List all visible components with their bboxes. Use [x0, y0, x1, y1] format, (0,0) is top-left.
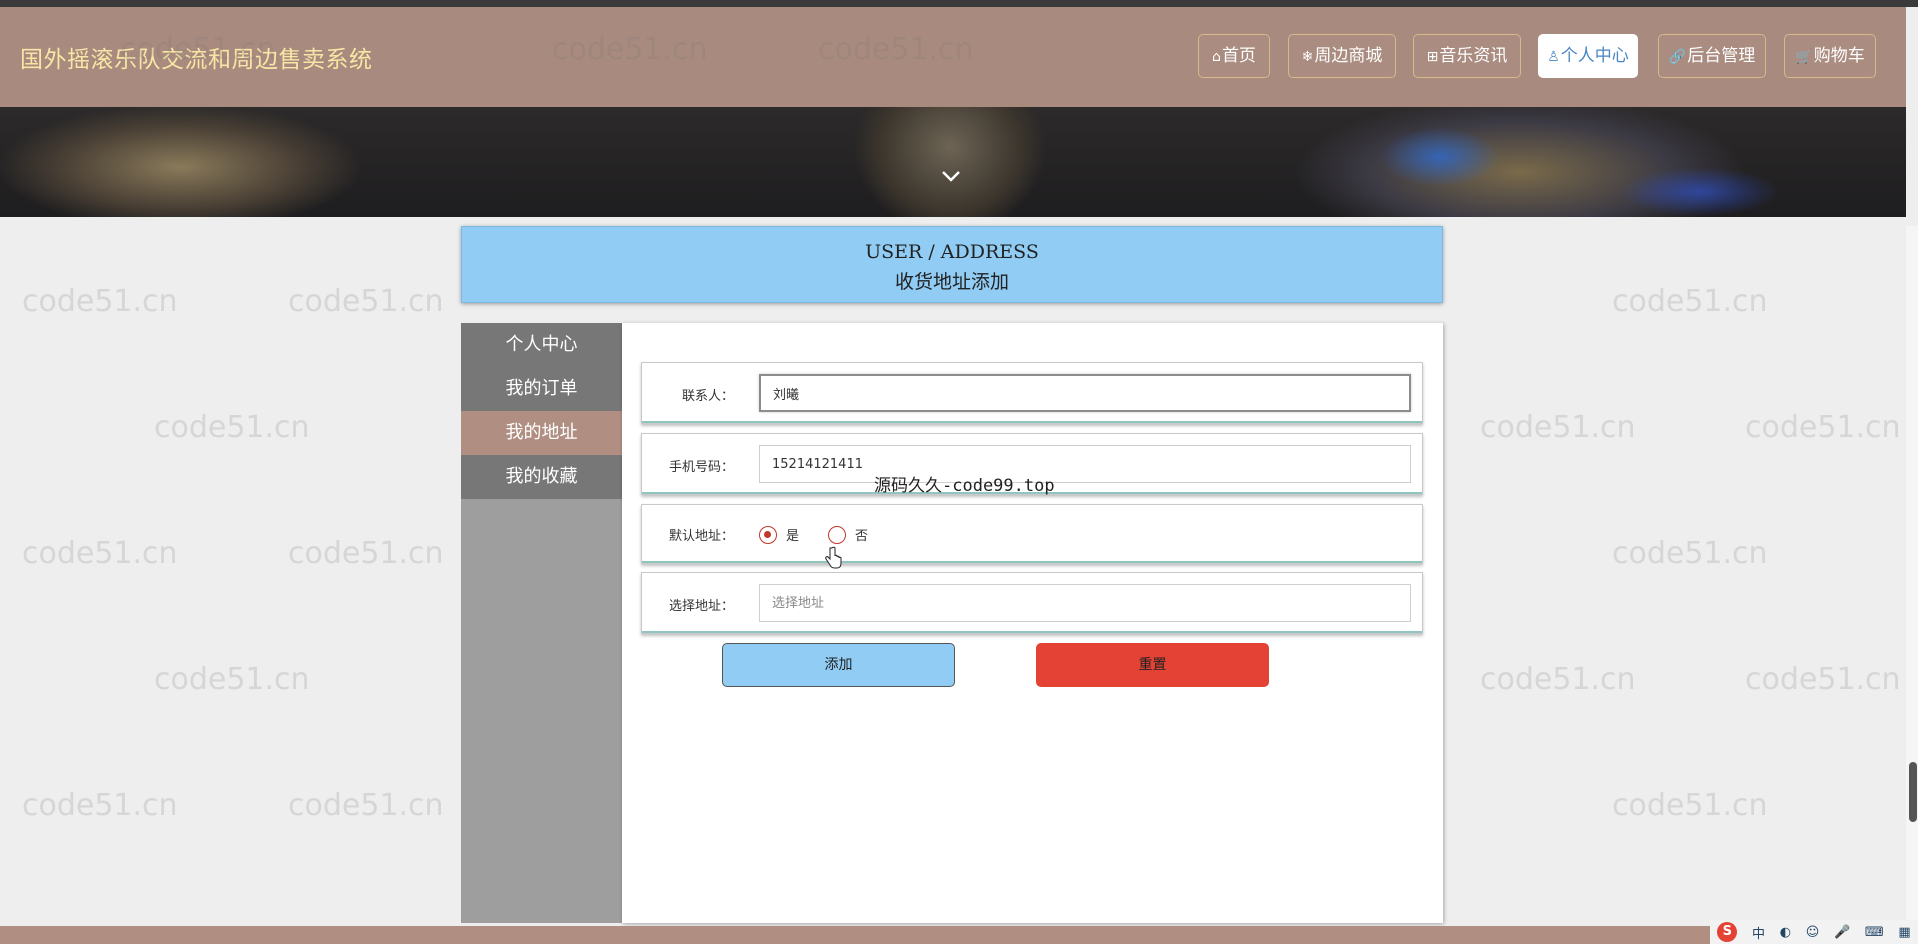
watermark: code51.cn [1612, 788, 1768, 823]
page-title: 收货地址添加 [894, 271, 1009, 293]
default-address-label: 默认地址： [668, 529, 734, 544]
nav-item-user-center[interactable]: ♙个人中心 [1538, 34, 1638, 78]
nav-item-admin[interactable]: 🔗后台管理 [1658, 34, 1766, 78]
contact-label: 联系人： [681, 389, 734, 404]
window-top-border [0, 0, 1918, 7]
nav-item-mall[interactable]: ❄周边商城 [1288, 34, 1396, 78]
banner-light [1620, 167, 1780, 217]
default-no-label: 否 [855, 529, 869, 544]
default-no-option[interactable]: 否 [828, 525, 868, 544]
sidebar-item-favorites[interactable]: 我的收藏 [461, 455, 622, 499]
cart-icon: 🛒 [1795, 49, 1813, 65]
watermark: code51.cn [288, 536, 444, 571]
page-title-en: USER / ADDRESS [865, 241, 1039, 263]
overlay-watermark-text: 源码久久-code99.top [874, 476, 1055, 496]
ime-tray: S 中 ◐ ☺ 🎤 ⌨ ▦ [1710, 920, 1918, 944]
nav-item-cart[interactable]: 🛒购物车 [1784, 34, 1876, 78]
default-address-row: 默认地址： 是 否 [641, 504, 1423, 564]
ime-lang-indicator[interactable]: 中 [1752, 923, 1765, 942]
sidebar-item-addresses[interactable]: 我的地址 [461, 411, 622, 455]
nav-item-home[interactable]: ⌂首页 [1198, 34, 1270, 78]
page-title-box: USER / ADDRESS 收货地址添加 [461, 226, 1443, 303]
default-yes-label: 是 [786, 529, 800, 544]
microphone-icon[interactable]: 🎤 [1834, 925, 1850, 940]
sogou-ime-icon[interactable]: S [1717, 922, 1738, 942]
watermark: code51.cn [154, 662, 310, 697]
user-sidebar: 个人中心 我的订单 我的地址 我的收藏 [461, 323, 622, 923]
watermark: code51.cn [288, 788, 444, 823]
home-icon: ⌂ [1212, 49, 1221, 65]
watermark: code51.cn [1612, 536, 1768, 571]
watermark: code51.cn [288, 284, 444, 319]
emoji-icon[interactable]: ☺ [1806, 925, 1820, 940]
address-form-panel: 联系人： 手机号码： 默认地址： 是 否 选择地址： 添加 重置 [622, 323, 1443, 923]
site-header: 国外摇滚乐队交流和周边售卖系统 ⌂首页 ❄周边商城 ⊞音乐资讯 ♙个人中心 🔗后… [0, 7, 1906, 107]
sidebar-item-user-center[interactable]: 个人中心 [461, 323, 622, 367]
phone-input[interactable] [759, 445, 1411, 483]
reset-button[interactable]: 重置 [1036, 643, 1269, 687]
watermark: code51.cn [1745, 662, 1901, 697]
snowflake-icon: ❄ [1301, 49, 1314, 65]
contact-row: 联系人： [641, 362, 1423, 424]
contact-input[interactable] [759, 374, 1411, 412]
watermark: code51.cn [22, 536, 178, 571]
tray-menu-icon[interactable]: ▦ [1898, 925, 1910, 940]
sidebar-item-orders[interactable]: 我的订单 [461, 367, 622, 411]
add-button[interactable]: 添加 [722, 643, 955, 687]
main-nav: ⌂首页 ❄周边商城 ⊞音乐资讯 ♙个人中心 🔗后台管理 🛒购物车 [0, 34, 1906, 80]
default-yes-option[interactable]: 是 [759, 525, 799, 544]
link-icon: 🔗 [1668, 49, 1687, 65]
watermark: code51.cn [1480, 410, 1636, 445]
keyboard-icon[interactable]: ⌨ [1865, 925, 1884, 940]
address-label: 选择地址： [668, 599, 734, 614]
watermark: code51.cn [1612, 284, 1768, 319]
watermark: code51.cn [154, 410, 310, 445]
phone-label: 手机号码： [668, 460, 734, 475]
watermark: code51.cn [1480, 662, 1636, 697]
banner-light [1380, 127, 1500, 187]
watermark: code51.cn [1745, 410, 1901, 445]
bars-icon: ⊞ [1426, 49, 1439, 65]
punctuation-icon[interactable]: ◐ [1780, 925, 1791, 940]
default-yes-radio[interactable] [759, 525, 777, 544]
hero-banner [0, 107, 1906, 217]
user-icon: ♙ [1547, 49, 1560, 65]
watermark: code51.cn [22, 788, 178, 823]
address-row: 选择地址： [641, 572, 1423, 634]
hand-cursor-icon [825, 546, 842, 569]
default-no-radio[interactable] [828, 525, 846, 544]
chevron-down-icon[interactable] [940, 165, 962, 187]
nav-item-news[interactable]: ⊞音乐资讯 [1413, 34, 1521, 78]
footer-strip [0, 926, 1918, 944]
scrollbar-thumb[interactable] [1909, 762, 1917, 822]
address-select-input[interactable] [759, 584, 1411, 622]
watermark: code51.cn [22, 284, 178, 319]
